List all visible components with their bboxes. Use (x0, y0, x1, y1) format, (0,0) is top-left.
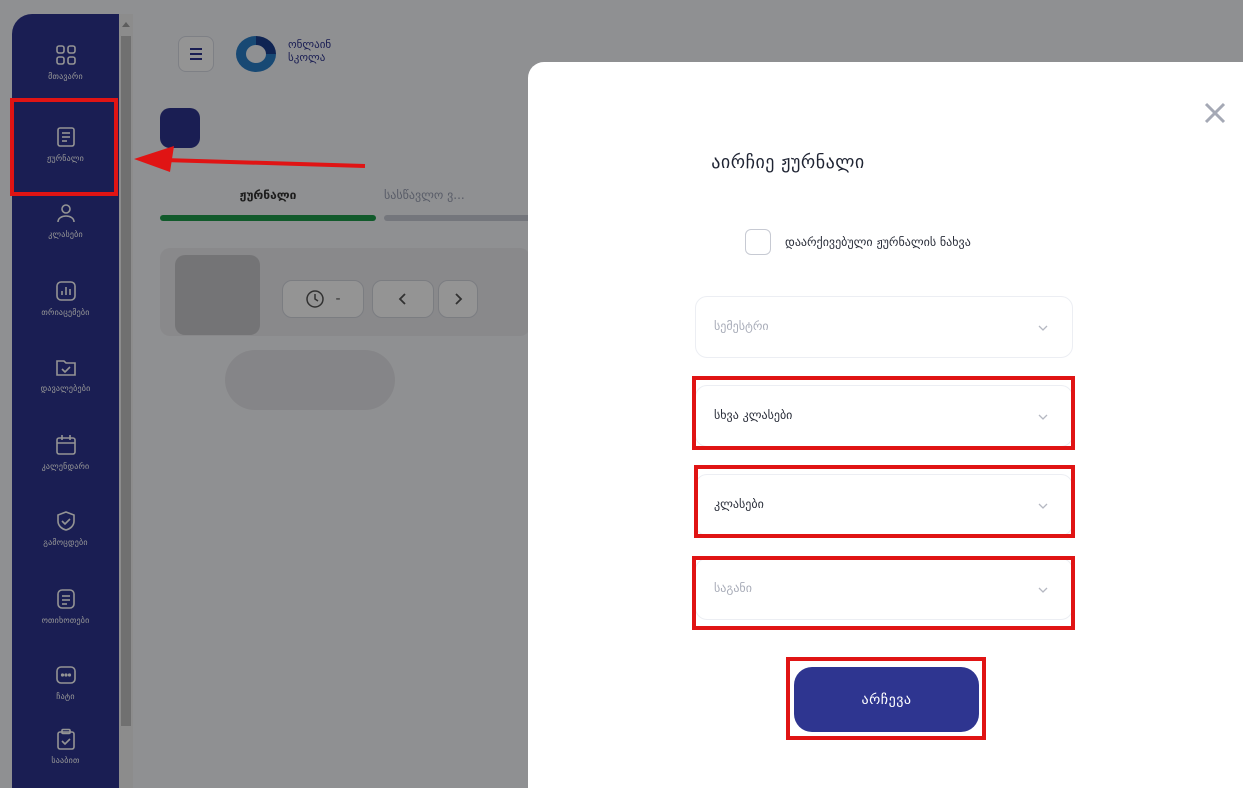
highlight-box-journal (10, 98, 118, 196)
highlight-box-select-button (786, 657, 986, 740)
highlight-box-other-classes (692, 376, 1075, 450)
close-icon (1204, 102, 1226, 124)
highlight-box-classes (694, 465, 1075, 538)
archived-checkbox[interactable] (745, 229, 771, 255)
chevron-down-icon (1038, 325, 1048, 331)
highlight-box-subject (692, 556, 1075, 630)
annotation-arrow-icon (134, 146, 366, 172)
modal-title: აირჩიე ჟურნალი (711, 152, 865, 173)
semester-select[interactable]: სემესტრი (695, 296, 1073, 358)
archived-checkbox-row: დაარქივებული ჟურნალის ნახვა (745, 227, 971, 257)
close-button[interactable] (1200, 98, 1230, 128)
semester-select-value: სემესტრი (714, 319, 769, 333)
archived-checkbox-label: დაარქივებული ჟურნალის ნახვა (785, 235, 971, 249)
app-root: მთავარი ჟურნალი კლასები თრიაცემები დავალ… (0, 0, 1243, 788)
